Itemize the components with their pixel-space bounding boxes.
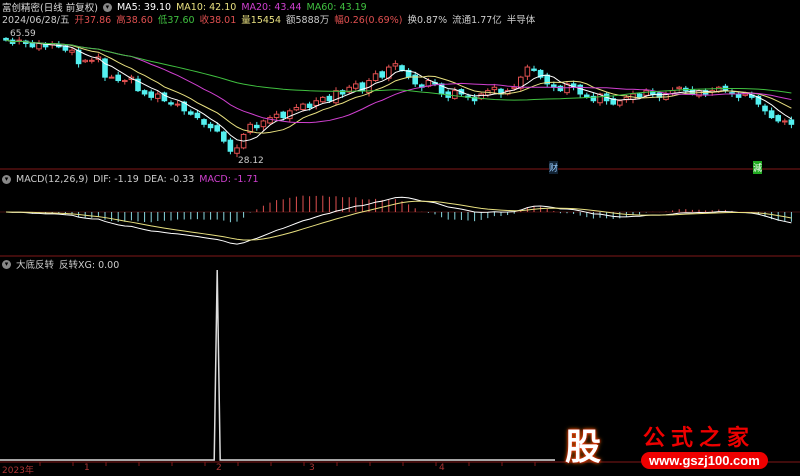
candle-down	[768, 110, 775, 119]
candle-down	[221, 131, 227, 142]
candle-up	[82, 59, 89, 63]
candle-up	[643, 90, 650, 96]
macd-dif: DIF: -1.19	[93, 173, 139, 185]
indicator-header: ▾ 大底反转 反转XG: 0.00	[2, 258, 120, 271]
candle-up	[313, 100, 319, 106]
axis-label-month: 4	[439, 463, 445, 473]
candle-down	[148, 91, 154, 98]
candle-down	[115, 74, 122, 82]
candle-down	[636, 93, 643, 98]
candle-down	[201, 119, 207, 125]
candle-down	[227, 139, 234, 152]
candle-up	[122, 80, 128, 83]
candle-down	[168, 102, 174, 105]
candle-up	[174, 103, 181, 106]
candle-up	[491, 86, 498, 91]
indicator-toggle-icon[interactable]: ▾	[2, 259, 11, 269]
candle-down	[194, 112, 201, 119]
candle-down	[399, 65, 405, 71]
indicator-xg: 反转XG: 0.00	[59, 260, 120, 271]
candle-down	[762, 105, 768, 112]
reduce-marker[interactable]: 減	[753, 161, 763, 174]
candle-down	[788, 119, 795, 125]
candle-up	[617, 100, 623, 106]
candle-down	[141, 90, 148, 95]
candle-down	[531, 68, 537, 71]
low-price-value: 28.12	[238, 156, 264, 166]
indicator-title: 大底反转	[16, 260, 55, 271]
candle-down	[280, 111, 286, 119]
axis-label-year: 2023年	[2, 466, 34, 476]
macd-header: ▾ MACD(12,26,9) DIF: -1.19 DEA: -0.33 MA…	[2, 173, 259, 185]
candle-up	[511, 86, 517, 90]
candle-down	[188, 111, 194, 115]
candle-down	[775, 115, 782, 122]
axis-label-month: 1	[84, 463, 90, 473]
low-price-label: 28.12	[238, 155, 264, 167]
logo-url: www.gszj100.com	[641, 452, 768, 469]
dea-line	[5, 200, 792, 241]
axis-label-month: 3	[309, 463, 315, 473]
candle-up	[320, 96, 326, 103]
macd-value: MACD: -1.71	[199, 173, 259, 185]
ma10-line	[5, 39, 792, 134]
macd-title: MACD(12,26,9)	[16, 173, 89, 185]
high-price-value: 65.59	[10, 29, 36, 39]
candle-up	[333, 90, 339, 104]
candle-down	[326, 95, 333, 102]
finance-marker[interactable]: 财	[549, 161, 559, 174]
candle-up	[782, 120, 788, 123]
macd-dea: DEA: -0.33	[143, 173, 195, 185]
candle-up	[273, 113, 280, 119]
candle-up	[108, 76, 115, 79]
candle-up	[452, 90, 458, 99]
candle-down	[735, 93, 742, 98]
candle-down	[379, 71, 385, 78]
candle-up	[293, 106, 300, 111]
candle-up	[267, 117, 273, 124]
macd-toggle-icon[interactable]: ▾	[2, 174, 11, 184]
candle-down	[557, 85, 564, 92]
candle-up	[300, 103, 306, 110]
logo-name: 公式之家	[643, 425, 756, 451]
candle-down	[306, 103, 313, 108]
candle-down	[254, 124, 260, 129]
candle-up	[69, 49, 75, 53]
candle-down	[214, 125, 220, 132]
axis-label-month: 2	[216, 463, 222, 473]
candle-up	[742, 93, 749, 96]
candle-up	[392, 63, 399, 67]
candle-up	[676, 86, 683, 90]
candle-up	[89, 59, 95, 62]
candle-up	[234, 147, 240, 154]
candle-up	[372, 73, 379, 82]
candle-up	[353, 83, 359, 89]
high-price-label: 65.59	[2, 28, 36, 40]
reversal-signal-line	[0, 269, 555, 461]
logo-brand: 股	[565, 426, 602, 468]
candle-up	[36, 42, 42, 50]
watermark-logo: 股 公式之家 www.gszj100.com	[555, 412, 800, 475]
candle-up	[155, 93, 161, 99]
stock-chart[interactable]	[0, 0, 800, 475]
candle-up	[524, 66, 531, 77]
candle-up	[260, 120, 267, 128]
candle-down	[207, 123, 214, 129]
candle-down	[102, 58, 108, 78]
